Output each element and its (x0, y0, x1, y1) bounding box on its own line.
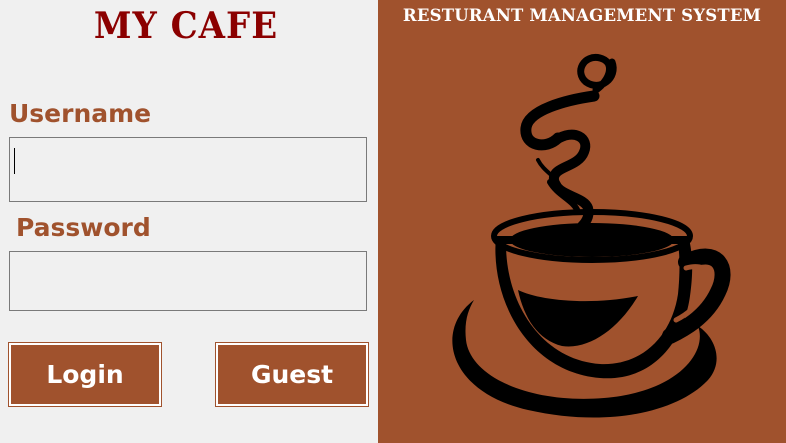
branding-panel: RESTURANT MANAGEMENT SYSTEM (378, 0, 786, 443)
password-label: Password (16, 213, 151, 242)
login-button[interactable]: Login (8, 342, 162, 407)
password-input[interactable] (9, 251, 367, 311)
username-label: Username (9, 99, 152, 128)
guest-button[interactable]: Guest (215, 342, 369, 407)
login-panel: MY CAFE Username Password Login Guest (0, 0, 378, 443)
coffee-cup-icon (452, 53, 731, 418)
username-input[interactable] (9, 137, 367, 202)
app-title: MY CAFE (93, 4, 279, 48)
text-caret (14, 148, 15, 174)
